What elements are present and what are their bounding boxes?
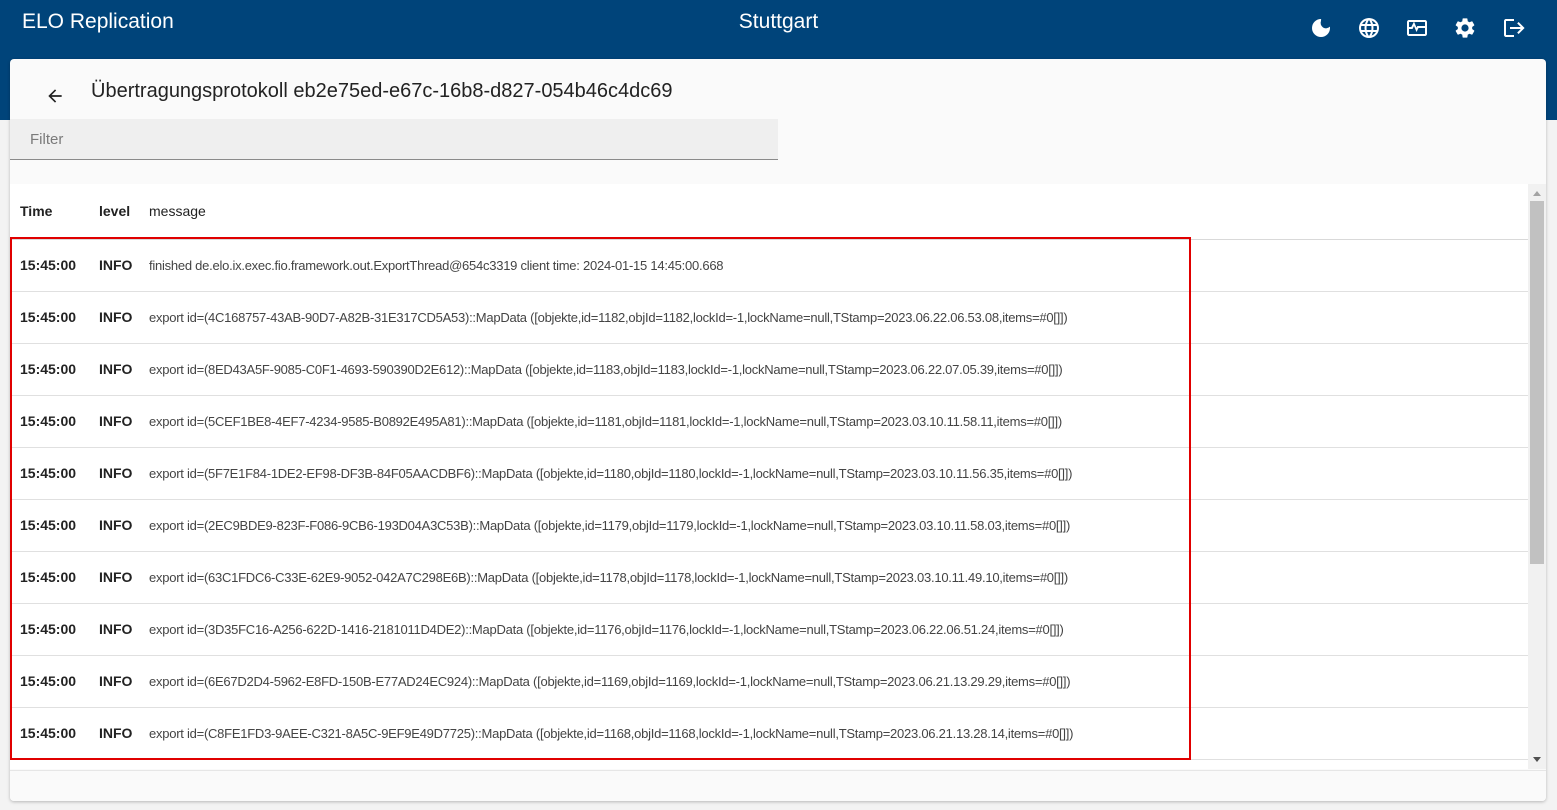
language-globe-icon[interactable]	[1355, 14, 1383, 42]
cell-message: export id=(2EC9BDE9-823F-F086-9CB6-193D0…	[146, 499, 1528, 552]
column-header-level[interactable]: level	[88, 184, 146, 240]
table-header-row: Time level message	[10, 184, 1528, 240]
cell-time: 15:45:00	[10, 343, 88, 396]
cell-message: export id=(5CEF1BE8-4EF7-4234-9585-B0892…	[146, 395, 1528, 448]
cell-message: export id=(C8FE1FD3-9AEE-C321-8A5C-9EF9E…	[146, 707, 1528, 760]
table-row[interactable]: 15:45:00 INFO export id=(2EC9BDE9-823F-F…	[10, 499, 1528, 552]
table-row[interactable]: 15:45:00 INFO export id=(3D35FC16-A256-6…	[10, 603, 1528, 656]
cell-time: 15:45:00	[10, 239, 88, 292]
arrow-left-icon[interactable]	[42, 83, 68, 109]
column-header-time[interactable]: Time	[10, 184, 88, 240]
filter-input[interactable]	[10, 119, 778, 159]
cell-level: INFO	[88, 291, 146, 344]
table-row[interactable]: 15:45:00 INFO export id=(4C168757-43AB-9…	[10, 291, 1528, 344]
table-row[interactable]: 15:45:00 INFO export id=(6E67D2D4-5962-E…	[10, 655, 1528, 708]
protocol-card: Übertragungsprotokoll eb2e75ed-e67c-16b8…	[10, 59, 1546, 801]
monitor-health-icon[interactable]	[1403, 14, 1431, 42]
scroll-up-arrow-icon[interactable]	[1528, 186, 1546, 200]
cell-message: export id=(8ED43A5F-9085-C0F1-4693-59039…	[146, 343, 1528, 396]
cell-message: export id=(4C168757-43AB-90D7-A82B-31E31…	[146, 291, 1528, 344]
table-row[interactable]: 15:45:00 INFO export id=(63C1FDC6-C33E-6…	[10, 551, 1528, 604]
cell-time: 15:45:00	[10, 603, 88, 656]
table-row[interactable]: 15:45:00 INFO export id=(C8FE1FD3-9AEE-C…	[10, 707, 1528, 760]
cell-message: export id=(6E67D2D4-5962-E8FD-150B-E77AD…	[146, 655, 1528, 708]
cell-time: 15:45:00	[10, 707, 88, 760]
table-row[interactable]: 15:45:00 INFO export id=(5F7E1F84-1DE2-E…	[10, 447, 1528, 500]
cell-message: export id=(3D35FC16-A256-622D-1416-21810…	[146, 603, 1528, 656]
column-header-message[interactable]: message	[146, 184, 1528, 240]
cell-level: INFO	[88, 603, 146, 656]
theme-moon-icon[interactable]	[1307, 14, 1335, 42]
table-row[interactable]: 15:45:00 INFO finished de.elo.ix.exec.fi…	[10, 239, 1528, 292]
log-table-container: Time level message 15:45:00 INFO finishe…	[10, 184, 1528, 769]
cell-time: 15:45:00	[10, 551, 88, 604]
scroll-thumb[interactable]	[1530, 201, 1544, 564]
cell-level: INFO	[88, 707, 146, 760]
cell-message: export id=(5F7E1F84-1DE2-EF98-DF3B-84F05…	[146, 447, 1528, 500]
cell-message: finished de.elo.ix.exec.fio.framework.ou…	[146, 239, 1528, 292]
cell-time: 15:45:00	[10, 447, 88, 500]
table-row[interactable]: 15:45:00 INFO export id=(8ED43A5F-9085-C…	[10, 343, 1528, 396]
cell-message: export id=(63C1FDC6-C33E-62E9-9052-042A7…	[146, 551, 1528, 604]
cell-time: 15:45:00	[10, 395, 88, 448]
cell-time: 15:45:00	[10, 291, 88, 344]
table-footer	[10, 770, 1546, 801]
header-toolbar	[1307, 14, 1527, 42]
settings-gear-icon[interactable]	[1451, 14, 1479, 42]
table-scrollbar[interactable]	[1528, 184, 1546, 769]
log-table: Time level message 15:45:00 INFO finishe…	[10, 184, 1528, 760]
scroll-down-arrow-icon[interactable]	[1528, 753, 1546, 767]
cell-level: INFO	[88, 447, 146, 500]
cell-level: INFO	[88, 395, 146, 448]
cell-level: INFO	[88, 239, 146, 292]
table-row[interactable]: 15:45:00 INFO export id=(5CEF1BE8-4EF7-4…	[10, 395, 1528, 448]
cell-level: INFO	[88, 655, 146, 708]
cell-time: 15:45:00	[10, 499, 88, 552]
logout-icon[interactable]	[1499, 14, 1527, 42]
cell-time: 15:45:00	[10, 655, 88, 708]
cell-level: INFO	[88, 343, 146, 396]
cell-level: INFO	[88, 551, 146, 604]
page-title: Übertragungsprotokoll eb2e75ed-e67c-16b8…	[91, 80, 673, 102]
filter-field[interactable]	[10, 119, 778, 160]
cell-level: INFO	[88, 499, 146, 552]
